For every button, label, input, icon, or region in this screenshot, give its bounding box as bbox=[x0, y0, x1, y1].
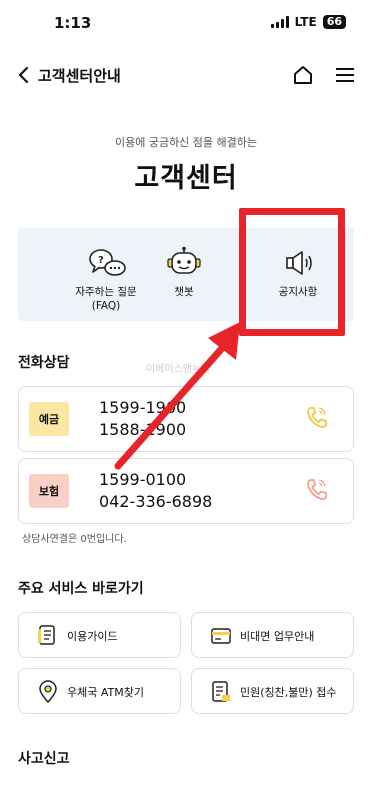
document-icon bbox=[38, 625, 55, 645]
network-label: LTE bbox=[294, 15, 317, 29]
phone-numbers: 1599-0100 042-336-6898 bbox=[99, 469, 212, 513]
phone-number[interactable]: 1599-1900 bbox=[99, 397, 186, 419]
watermark: 이베이스앤뉴얼 bbox=[146, 364, 211, 375]
location-pin-icon bbox=[39, 680, 57, 704]
hamburger-menu-icon[interactable] bbox=[334, 65, 356, 85]
hero-subtitle: 이용에 궁금하신 점을 해결하는 bbox=[114, 136, 258, 149]
highlight-box bbox=[239, 208, 345, 336]
back-arrow-icon[interactable] bbox=[14, 64, 34, 86]
service-label: 비대면 업무안내 bbox=[240, 630, 315, 643]
hero-title: 고객센터 bbox=[134, 163, 238, 194]
battery-icon: 66 bbox=[322, 15, 346, 29]
service-label: 민원(칭찬,불만) 접수 bbox=[240, 686, 337, 699]
svg-text:?: ? bbox=[98, 255, 104, 266]
phone-call-icon[interactable] bbox=[305, 405, 327, 429]
status-time: 1:13 bbox=[54, 14, 92, 32]
phone-tag-deposit: 예금 bbox=[29, 402, 69, 436]
status-indicators: LTE 66 bbox=[270, 15, 346, 29]
phone-numbers: 1599-1900 1588-1900 bbox=[99, 397, 186, 441]
form-edit-icon bbox=[212, 681, 230, 702]
service-button-complaint[interactable]: 민원(칭찬,불만) 접수 bbox=[191, 668, 354, 714]
status-bar: 1:13 LTE 66 bbox=[0, 0, 372, 46]
phone-number[interactable]: 042-336-6898 bbox=[99, 491, 212, 513]
faq-chat-bubbles-icon: ? bbox=[89, 249, 126, 276]
quick-menu-label: 챗봇 bbox=[174, 286, 194, 298]
phone-section-title: 전화상담 bbox=[18, 355, 70, 371]
phone-card-insurance[interactable]: 보험 1599-0100 042-336-6898 bbox=[18, 458, 354, 524]
service-button-atm[interactable]: 우체국 ATM찾기 bbox=[18, 668, 181, 714]
nav-bar: 고객센터안내 bbox=[0, 50, 372, 100]
phone-number[interactable]: 1599-0100 bbox=[99, 469, 212, 491]
chatbot-robot-icon bbox=[167, 246, 201, 274]
service-button-guide[interactable]: 이용가이드 bbox=[18, 612, 181, 658]
phone-card-deposit[interactable]: 예금 1599-1900 1588-1900 bbox=[18, 386, 354, 452]
home-icon[interactable] bbox=[292, 64, 314, 86]
card-icon bbox=[211, 628, 231, 644]
phone-note: 상담사연결은 0번입니다. bbox=[22, 534, 127, 545]
signal-icon bbox=[270, 16, 289, 28]
service-button-contactless[interactable]: 비대면 업무안내 bbox=[191, 612, 354, 658]
phone-call-icon[interactable] bbox=[305, 477, 327, 501]
phone-number[interactable]: 1588-1900 bbox=[99, 419, 186, 441]
service-label: 우체국 ATM찾기 bbox=[67, 686, 144, 699]
quick-menu-chatbot[interactable]: 챗봇 bbox=[134, 228, 234, 321]
page-title: 고객센터안내 bbox=[38, 67, 121, 85]
services-section-title: 주요 서비스 바로가기 bbox=[18, 581, 144, 597]
phone-tag-insurance: 보험 bbox=[29, 474, 69, 508]
service-label: 이용가이드 bbox=[67, 630, 118, 643]
report-section-title: 사고신고 bbox=[18, 751, 70, 767]
